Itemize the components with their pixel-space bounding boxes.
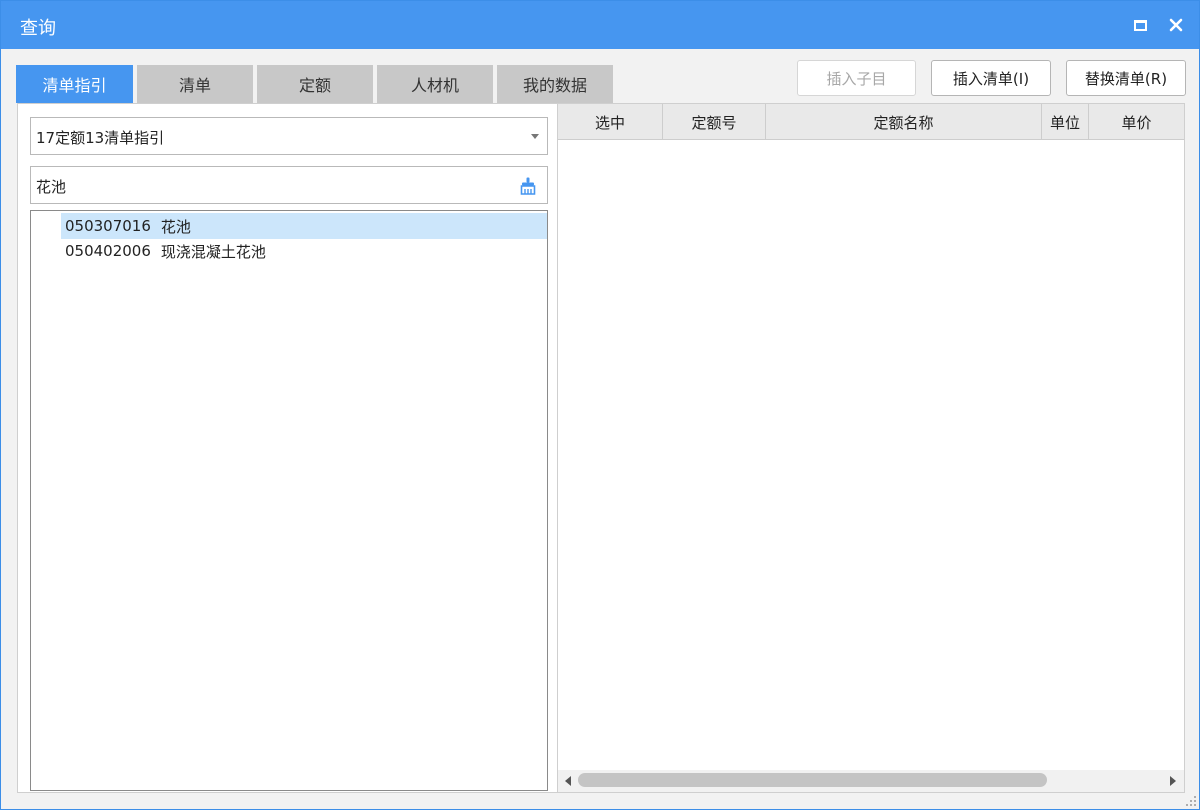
search-value: 花池	[36, 178, 67, 196]
scroll-right-icon[interactable]	[1170, 776, 1176, 786]
search-input[interactable]: 花池	[30, 166, 548, 204]
column-header-quota-name[interactable]: 定额名称	[766, 104, 1042, 140]
window-title: 查询	[20, 18, 56, 39]
title-bar[interactable]: 查询	[1, 1, 1199, 49]
item-name: 花池	[160, 217, 191, 236]
insert-list-button[interactable]: 插入清单(I)	[931, 60, 1051, 96]
column-header-unit-price[interactable]: 单价	[1089, 104, 1184, 140]
scrollbar-thumb[interactable]	[578, 773, 1047, 787]
close-icon	[1169, 18, 1183, 32]
horizontal-scrollbar[interactable]	[558, 770, 1184, 792]
tab-quota[interactable]: 定额	[257, 65, 373, 103]
maximize-button[interactable]	[1128, 13, 1152, 37]
tab-my-data[interactable]: 我的数据	[497, 65, 613, 103]
tab-labor-material-machine[interactable]: 人材机	[377, 65, 493, 103]
table-header: 选中 定额号 定额名称 单位 单价	[558, 104, 1184, 140]
resize-grip-icon[interactable]	[1184, 794, 1198, 808]
item-code: 050402006	[65, 242, 151, 260]
tab-list[interactable]: 清单	[137, 65, 253, 103]
clear-brush-icon[interactable]	[518, 176, 538, 196]
scroll-left-icon[interactable]	[565, 776, 571, 786]
maximize-icon	[1133, 19, 1147, 31]
item-code: 050307016	[65, 217, 151, 235]
guide-library-select[interactable]: 17定额13清单指引	[30, 117, 548, 155]
item-name: 现浇混凝土花池	[160, 242, 266, 261]
column-header-quota-no[interactable]: 定额号	[663, 104, 766, 140]
insert-sub-item-button[interactable]: 插入子目	[797, 60, 916, 96]
chevron-down-icon	[531, 134, 539, 139]
query-dialog: 查询 清单指引 清单 定额 人材机 我的数据 插入子目 插入清单(I) 替换清单…	[0, 0, 1200, 810]
close-button[interactable]	[1164, 13, 1188, 37]
column-header-select[interactable]: 选中	[558, 104, 663, 140]
guide-library-value: 17定额13清单指引	[36, 129, 165, 147]
list-item[interactable]: 050402006 现浇混凝土花池	[61, 238, 547, 264]
quota-table-panel: 选中 定额号 定额名称 单位 单价	[557, 103, 1185, 793]
guide-tree-list[interactable]: 050307016 花池 050402006 现浇混凝土花池	[30, 210, 548, 791]
column-header-unit[interactable]: 单位	[1042, 104, 1089, 140]
replace-list-button[interactable]: 替换清单(R)	[1066, 60, 1186, 96]
tab-list-guide[interactable]: 清单指引	[16, 65, 133, 103]
list-guide-panel: 17定额13清单指引 花池 050307016 花池 050402006 现浇混…	[17, 103, 558, 793]
list-item[interactable]: 050307016 花池	[61, 213, 547, 239]
